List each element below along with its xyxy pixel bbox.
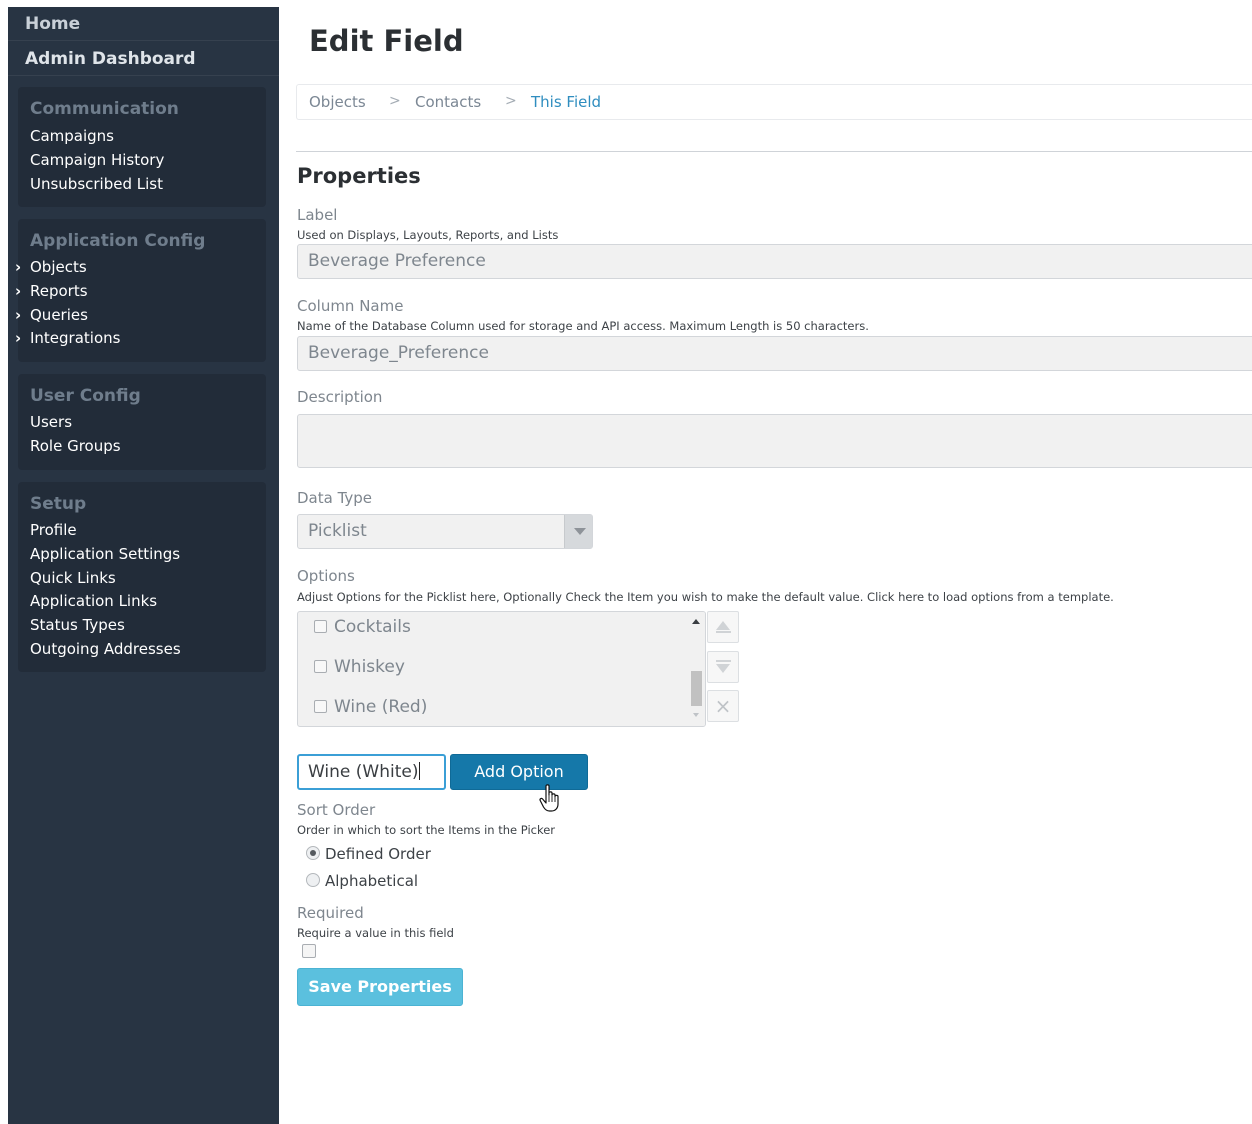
sidebar-item-profile[interactable]: Profile (30, 521, 77, 539)
list-item[interactable]: Wine (Red) (314, 697, 427, 717)
option-default-checkbox[interactable] (314, 660, 327, 673)
required-checkbox[interactable] (302, 944, 316, 958)
data-type-selected-value: Picklist (308, 521, 367, 541)
scrollbar-thumb[interactable] (691, 671, 702, 706)
setup-panel: Setup Profile Application Settings Quick… (18, 482, 266, 672)
sidebar-item-queries[interactable]: › Queries (15, 306, 88, 324)
app-root: Home Admin Dashboard Communication Campa… (0, 0, 1252, 1124)
scroll-up-arrow-icon[interactable] (692, 619, 700, 624)
new-option-input[interactable]: Wine (White) (297, 754, 446, 790)
sort-order-label: Sort Order (297, 801, 376, 819)
sort-order-alphabetical-radio[interactable]: Alphabetical (306, 872, 418, 890)
communication-heading: Communication (30, 99, 179, 119)
chevron-right-icon: › (15, 306, 22, 324)
sidebar-item-label: Queries (30, 306, 88, 324)
sidebar-item-label: Objects (30, 258, 87, 276)
sidebar-item-integrations[interactable]: › Integrations (15, 329, 120, 347)
sidebar-item-users[interactable]: Users (30, 413, 72, 431)
page-title: Edit Field (309, 24, 464, 58)
radio-label: Defined Order (325, 845, 431, 863)
option-label: Wine (Red) (334, 697, 428, 717)
communication-panel: Communication Campaigns Campaign History… (18, 87, 266, 207)
options-label: Options (297, 567, 355, 585)
move-down-icon (716, 664, 730, 673)
move-down-icon-bar (716, 660, 731, 662)
sidebar-item-application-settings[interactable]: Application Settings (30, 545, 180, 563)
options-scrollbar[interactable] (688, 612, 705, 726)
move-option-up-button[interactable] (707, 611, 739, 643)
label-field-help: Used on Displays, Layouts, Reports, and … (297, 228, 559, 242)
sidebar-item-status-types[interactable]: Status Types (30, 616, 125, 634)
close-icon: × (714, 694, 732, 718)
option-default-checkbox[interactable] (314, 620, 327, 633)
hand-pointer-icon (539, 784, 559, 812)
data-type-select[interactable]: Picklist (297, 514, 593, 549)
options-list[interactable]: Cocktails Whiskey Wine (Red) (297, 611, 706, 727)
text-cursor (418, 762, 420, 780)
chevron-right-icon: › (15, 258, 22, 276)
new-option-value: Wine (White) (308, 762, 419, 782)
setup-heading: Setup (30, 494, 87, 514)
list-item[interactable]: Cocktails (314, 617, 411, 637)
radio-button-selected[interactable] (306, 846, 320, 860)
breadcrumb-this-field: This Field (531, 93, 602, 111)
radio-button[interactable] (306, 873, 320, 887)
add-option-button[interactable]: Add Option (450, 754, 588, 790)
move-option-down-button[interactable] (707, 651, 739, 683)
chevron-right-icon: › (15, 329, 22, 347)
sidebar: Home Admin Dashboard Communication Campa… (8, 7, 279, 1124)
move-up-icon-bar (716, 631, 731, 633)
user-config-panel: User Config Users Role Groups (18, 374, 266, 470)
sidebar-item-label: Reports (30, 282, 88, 300)
chevron-down-icon[interactable] (564, 515, 592, 548)
label-field-label: Label (297, 206, 338, 224)
sidebar-item-label: Integrations (30, 329, 121, 347)
sidebar-item-application-links[interactable]: Application Links (30, 592, 157, 610)
breadcrumb-objects[interactable]: Objects (309, 93, 366, 111)
label-input[interactable]: Beverage Preference (297, 244, 1252, 279)
options-help: Adjust Options for the Picklist here, Op… (297, 590, 1114, 604)
description-textarea[interactable] (297, 414, 1252, 468)
divider (296, 151, 1252, 152)
column-name-help: Name of the Database Column used for sto… (297, 319, 869, 333)
required-help: Require a value in this field (297, 926, 454, 940)
breadcrumb: Objects > Contacts > This Field (296, 84, 1252, 120)
nav-home[interactable]: Home (8, 7, 279, 41)
section-title-properties: Properties (297, 164, 421, 188)
sort-order-defined-radio[interactable]: Defined Order (306, 845, 431, 863)
application-config-panel: Application Config › Objects › Reports › Qu… (15, 219, 266, 362)
move-up-icon (716, 621, 730, 630)
breadcrumb-separator: > (505, 93, 517, 109)
chevron-right-icon: › (15, 282, 22, 300)
breadcrumb-separator: > (389, 93, 401, 109)
option-default-checkbox[interactable] (314, 700, 327, 713)
sort-order-help: Order in which to sort the Items in the … (297, 823, 556, 837)
sidebar-item-objects[interactable]: › Objects (15, 258, 87, 276)
user-config-heading: User Config (30, 386, 141, 406)
column-name-input[interactable]: Beverage_Preference (297, 336, 1252, 371)
sidebar-item-quick-links[interactable]: Quick Links (30, 569, 116, 587)
sidebar-item-outgoing-addresses[interactable]: Outgoing Addresses (30, 640, 181, 658)
application-config-heading: Application Config (30, 231, 206, 251)
description-label: Description (297, 388, 383, 406)
sidebar-item-unsubscribed-list[interactable]: Unsubscribed List (30, 175, 163, 193)
nav-admin-dashboard[interactable]: Admin Dashboard (8, 42, 279, 76)
option-label: Cocktails (334, 617, 411, 637)
list-item[interactable]: Whiskey (314, 657, 405, 677)
breadcrumb-contacts[interactable]: Contacts (415, 93, 481, 111)
required-label: Required (297, 904, 364, 922)
scroll-down-arrow-icon[interactable] (693, 713, 699, 717)
remove-option-button[interactable]: × (707, 690, 739, 722)
sidebar-item-role-groups[interactable]: Role Groups (30, 437, 121, 455)
sidebar-item-campaign-history[interactable]: Campaign History (30, 151, 164, 169)
radio-label: Alphabetical (325, 872, 419, 890)
save-properties-button[interactable]: Save Properties (297, 968, 463, 1006)
sidebar-item-campaigns[interactable]: Campaigns (30, 127, 114, 145)
data-type-label: Data Type (297, 489, 373, 507)
column-name-label: Column Name (297, 297, 404, 315)
sidebar-item-reports[interactable]: › Reports (15, 282, 88, 300)
option-label: Whiskey (334, 657, 405, 677)
